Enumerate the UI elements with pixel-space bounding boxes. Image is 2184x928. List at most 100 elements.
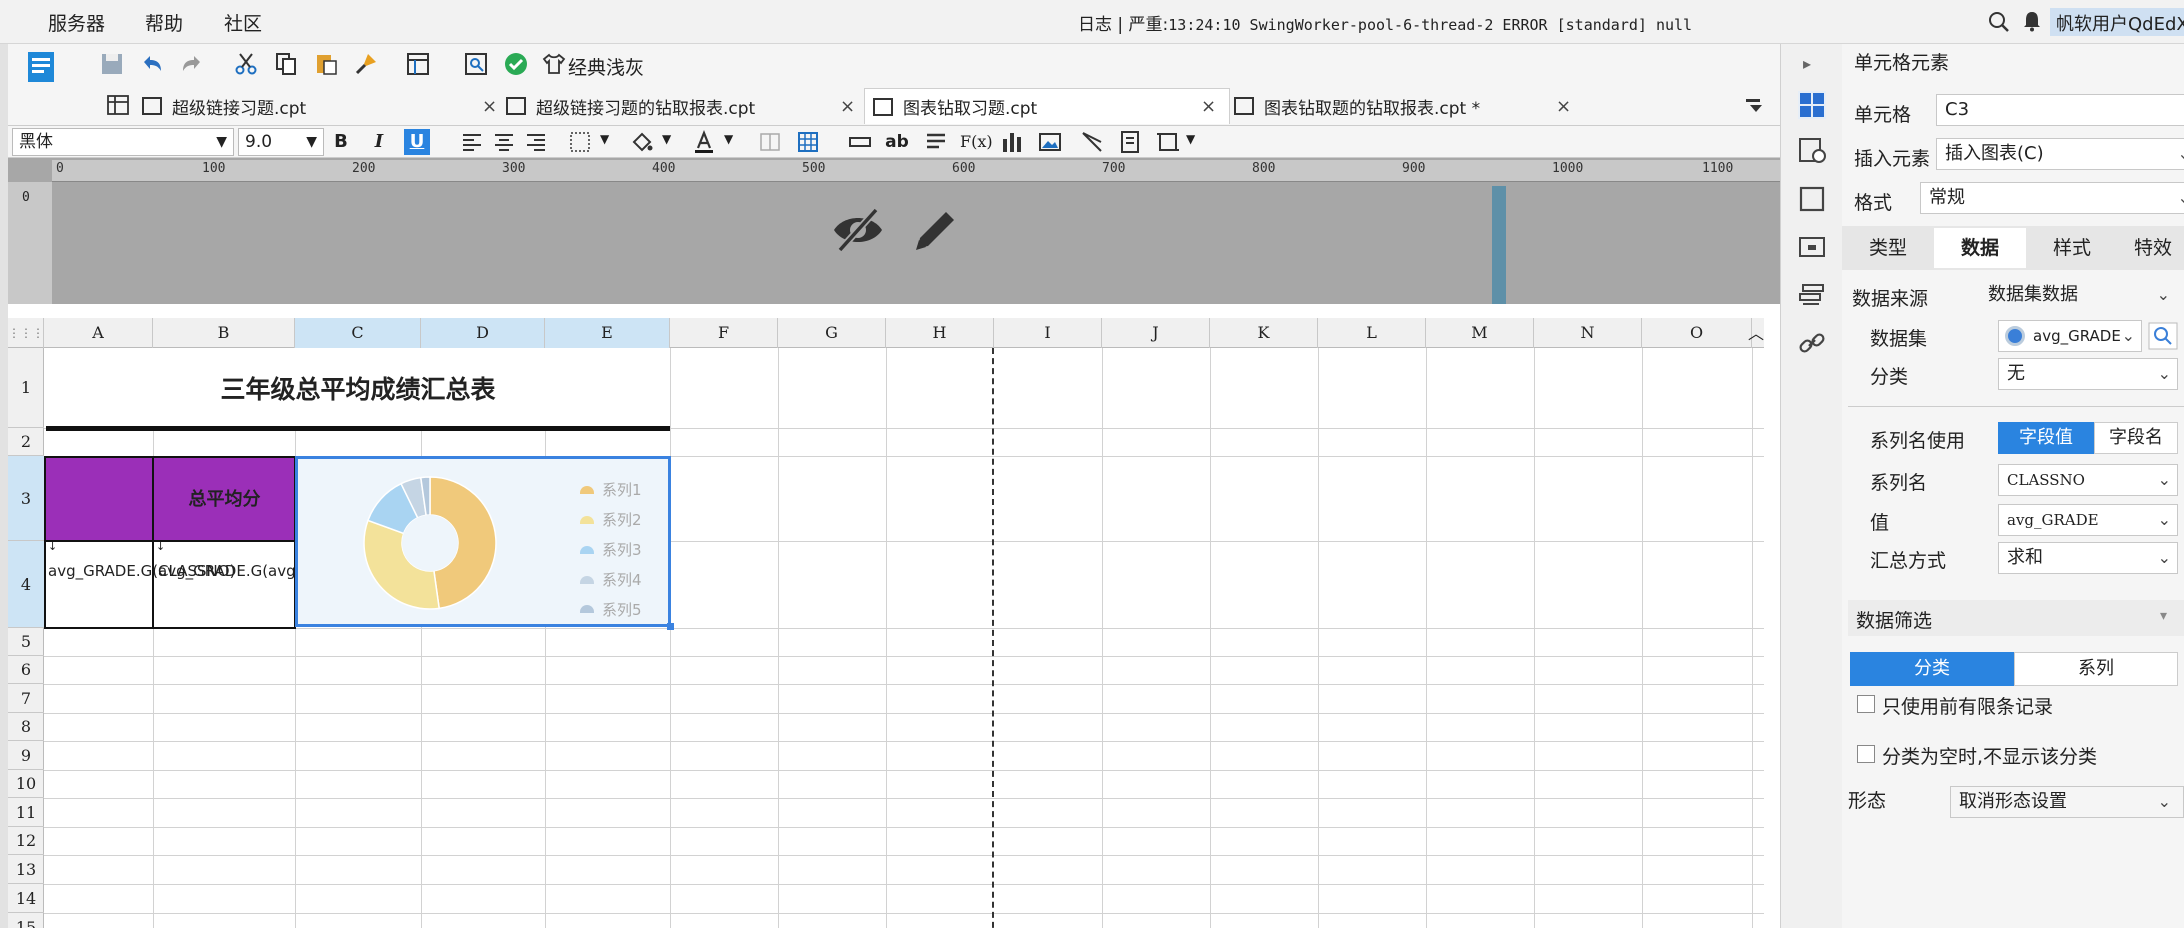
column-header[interactable]: F (670, 318, 778, 348)
cell-input[interactable]: C3 (1936, 94, 2184, 126)
menu-help[interactable]: 帮助 (145, 9, 183, 36)
column-header[interactable]: G (778, 318, 886, 348)
summary-select[interactable]: 求和 ⌄ (1998, 542, 2178, 574)
row-header[interactable]: 14 (8, 884, 44, 913)
copy-icon[interactable] (274, 52, 298, 76)
row-header[interactable]: 1 (8, 348, 44, 428)
fill-color-icon[interactable] (630, 130, 654, 154)
legend-item[interactable]: 系列4 (580, 569, 642, 590)
chevron-down-icon[interactable]: ▾ (2160, 608, 2167, 624)
frame-icon[interactable] (1156, 130, 1180, 154)
row-header[interactable]: 13 (8, 855, 44, 884)
chevron-down-icon[interactable]: ▼ (662, 132, 671, 146)
chevron-right-icon[interactable]: ▸ (1803, 54, 1811, 73)
user-name[interactable]: 帆软用户QdEdX0. (2050, 8, 2184, 36)
row-header[interactable]: 10 (8, 770, 44, 798)
sub-report-icon[interactable] (1118, 130, 1142, 154)
category-select[interactable]: 无 ⌄ (1998, 358, 2178, 390)
edit-header-icon[interactable] (910, 204, 962, 256)
limit-records-checkbox[interactable] (1857, 695, 1875, 713)
column-header[interactable]: B (153, 318, 295, 348)
row-header[interactable]: 2 (8, 428, 44, 456)
text-field-icon[interactable] (848, 130, 872, 154)
font-family-select[interactable]: 黑体 ▼ (12, 128, 234, 156)
format-select[interactable]: 常规 ⌄ (1920, 182, 2184, 214)
bell-icon[interactable] (2022, 10, 2042, 32)
slash-cell-icon[interactable] (1080, 130, 1104, 154)
theme-button[interactable]: 经典浅灰 (568, 53, 644, 80)
report-title-cell[interactable]: 三年级总平均成绩汇总表 (46, 348, 670, 428)
column-header[interactable]: H (886, 318, 994, 348)
redo-icon[interactable] (180, 52, 204, 76)
chart-cell-c3[interactable]: 系列1 系列2 系列3 系列4 系列5 (295, 456, 674, 630)
bold-button[interactable]: B (328, 129, 354, 155)
cell-grid-icon[interactable] (106, 93, 130, 117)
tab-chart-drill-report[interactable]: 图表钻取题的钻取报表.cpt * × (1226, 88, 1586, 124)
spreadsheet-grid[interactable]: ⋮⋮⋮ A B C D E F G H I J K L M N O ︿ 1 2 … (8, 318, 1764, 928)
column-header[interactable]: D (421, 318, 545, 348)
paste-icon[interactable] (314, 52, 338, 76)
text-element-button[interactable]: ab (884, 129, 910, 155)
merge-cell-icon[interactable] (758, 130, 782, 154)
italic-button[interactable]: I (366, 129, 392, 155)
field-name-toggle[interactable]: 字段名 (2094, 422, 2178, 454)
close-icon[interactable]: × (482, 96, 497, 117)
row-header[interactable]: 4 (8, 541, 44, 628)
tab-data[interactable]: 数据 (1934, 228, 2026, 268)
row-header[interactable]: 15 (8, 913, 44, 928)
column-header[interactable]: L (1318, 318, 1426, 348)
align-center-icon[interactable] (492, 130, 516, 154)
column-header[interactable]: N (1534, 318, 1642, 348)
value-select[interactable]: avg_GRADE ⌄ (1998, 504, 2178, 536)
page-width-marker[interactable] (1492, 186, 1506, 304)
preview-icon[interactable] (464, 52, 488, 76)
chevron-up-icon[interactable]: ︿ (1748, 320, 1764, 344)
cell-element-icon[interactable] (1797, 90, 1827, 120)
filter-tab-series[interactable]: 系列 (2014, 652, 2178, 686)
float-element-icon[interactable] (1797, 184, 1827, 214)
column-header[interactable]: C (295, 318, 421, 348)
menu-community[interactable]: 社区 (224, 9, 262, 36)
column-header[interactable]: I (994, 318, 1102, 348)
cell-a4-class-field[interactable]: avg_GRADE.G(CLASSNO) (48, 560, 235, 582)
legend-item[interactable]: 系列5 (580, 599, 642, 617)
close-icon[interactable]: × (840, 96, 855, 117)
row-header[interactable]: 11 (8, 798, 44, 827)
series-name-select[interactable]: CLASSNO ⌄ (1998, 464, 2178, 496)
row-header[interactable]: 6 (8, 656, 44, 684)
row-header[interactable]: 7 (8, 684, 44, 713)
filter-tab-category[interactable]: 分类 (1850, 652, 2014, 686)
rich-text-icon[interactable] (924, 130, 948, 154)
hide-header-icon[interactable] (830, 204, 886, 256)
align-right-icon[interactable] (524, 130, 548, 154)
condition-attribute-icon[interactable] (1797, 280, 1827, 310)
column-header[interactable]: K (1210, 318, 1318, 348)
row-header[interactable]: 9 (8, 741, 44, 770)
template-icon[interactable] (406, 52, 430, 76)
border-icon[interactable] (568, 130, 592, 154)
cell-b4-avg-field[interactable]: avg_GRADE.G(avg_GRADE) (158, 560, 362, 582)
underline-button[interactable]: U (404, 129, 430, 155)
column-header[interactable]: O (1642, 318, 1752, 348)
tab-list-icon[interactable] (1742, 93, 1766, 117)
data-source-select[interactable]: 数据集数据 ⌄ (1980, 280, 2176, 312)
hide-empty-category-checkbox[interactable] (1857, 745, 1875, 763)
image-icon[interactable] (1038, 130, 1062, 154)
close-icon[interactable]: × (1556, 96, 1571, 117)
resize-handle[interactable] (667, 623, 674, 630)
chevron-down-icon[interactable]: ▼ (1186, 132, 1195, 146)
donut-chart[interactable] (360, 473, 500, 613)
legend-item[interactable]: 系列2 (580, 509, 642, 530)
tab-effect[interactable]: 特效 (2118, 228, 2184, 268)
cut-icon[interactable] (234, 52, 258, 76)
tab-type[interactable]: 类型 (1842, 228, 1934, 268)
select-all-corner[interactable]: ⋮⋮⋮ (8, 318, 44, 348)
align-left-icon[interactable] (460, 130, 484, 154)
chevron-down-icon[interactable]: ▼ (724, 132, 733, 146)
cell-attribute-icon[interactable] (1797, 136, 1827, 166)
row-header[interactable]: 12 (8, 827, 44, 855)
close-icon[interactable]: × (1201, 96, 1216, 117)
insert-element-select[interactable]: 插入图表(C) ⌄ (1936, 138, 2184, 170)
shape-select[interactable]: 取消形态设置 ⌄ (1950, 786, 2184, 818)
format-painter-icon[interactable] (354, 52, 378, 76)
